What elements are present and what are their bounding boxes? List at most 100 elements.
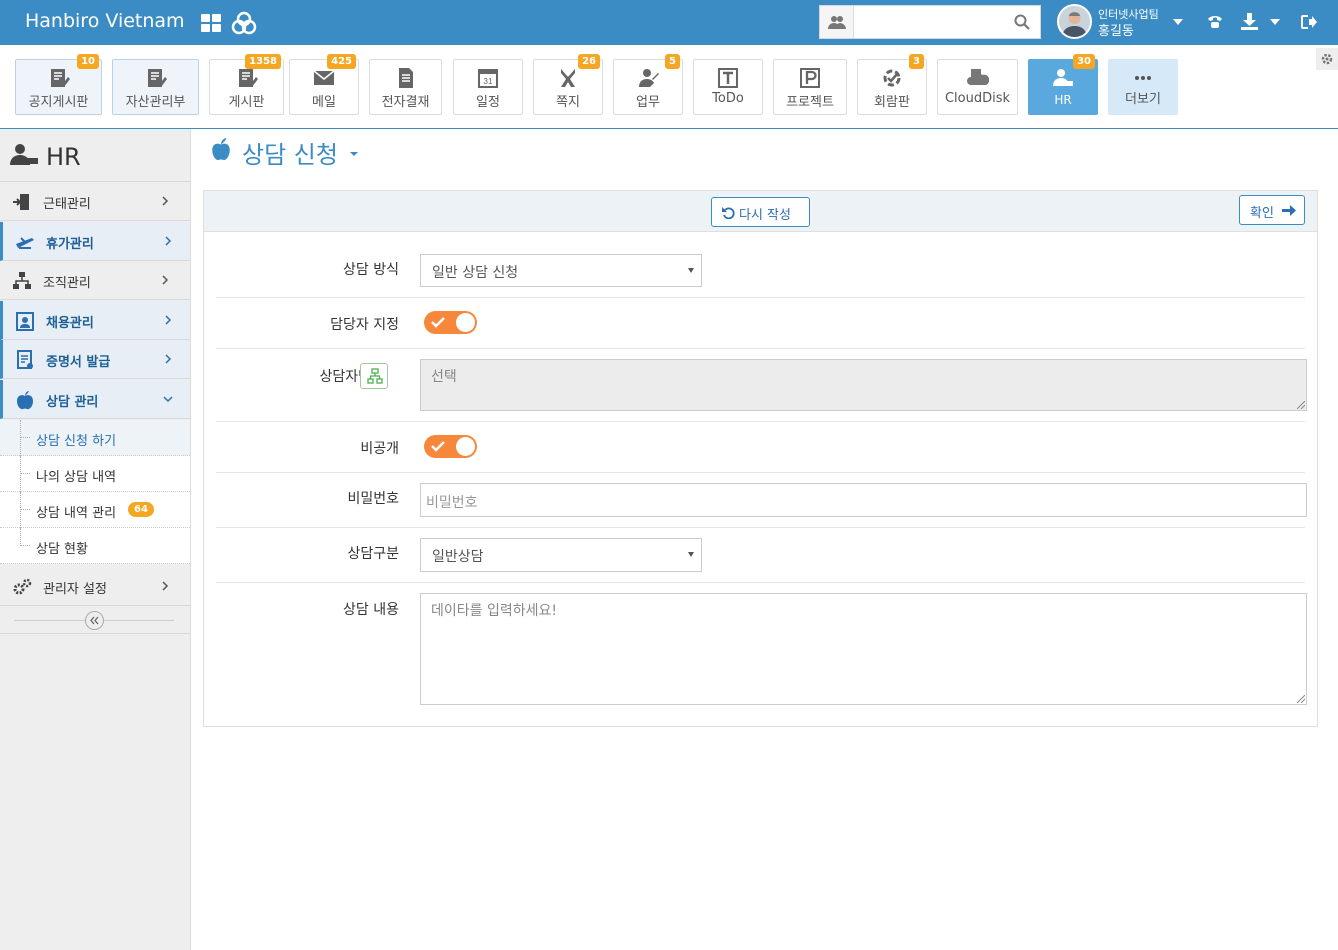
- collapse-sidebar-icon[interactable]: [85, 611, 104, 630]
- confirm-button[interactable]: 확인: [1239, 195, 1305, 225]
- chevron-right-icon: [162, 275, 169, 285]
- password-input[interactable]: 비밀번호: [420, 483, 1307, 517]
- subnav-my-history[interactable]: 나의 상담 내역: [0, 456, 190, 492]
- org-chart-button[interactable]: [360, 363, 388, 389]
- sidebar-item-label: 관리자 설정: [43, 582, 107, 597]
- sidebar-item-label: 채용관리: [46, 316, 94, 331]
- approval-icon: [398, 68, 413, 88]
- form-row-password: 비밀번호 비밀번호: [216, 473, 1307, 528]
- form-row-category: 상담구분 일반상담: [216, 528, 1305, 583]
- category-select[interactable]: 일반상담: [420, 538, 702, 572]
- check-icon: [431, 441, 445, 452]
- app-badge: 30: [1073, 54, 1095, 69]
- counselor-field[interactable]: 선택: [420, 359, 1307, 411]
- app-task[interactable]: 업무 5: [613, 54, 683, 115]
- resize-handle-icon[interactable]: [1297, 401, 1305, 409]
- sidebar-item-attendance[interactable]: 근태관리: [0, 182, 190, 221]
- field-label: 상담 내용: [343, 602, 399, 618]
- content-textarea[interactable]: 데이타를 입력하세요!: [420, 593, 1307, 705]
- app-label: 게시판: [228, 95, 265, 110]
- chevron-right-icon: [165, 236, 172, 246]
- chevron-down-icon[interactable]: [349, 151, 359, 157]
- sidebar-item-recruit[interactable]: 채용관리: [0, 301, 190, 340]
- search-icon[interactable]: [1006, 6, 1038, 38]
- sidebar-item-label: 증명서 발급: [46, 355, 111, 370]
- app-calendar[interactable]: 31 일정: [453, 59, 523, 115]
- app-bar: 공지게시판 10 자산관리부 게시판 1358 메일 425 전자결재 31 일…: [0, 45, 1338, 129]
- attendance-icon: [13, 194, 29, 210]
- select-value: 일반상담: [432, 549, 484, 565]
- notice-icon: [50, 69, 70, 87]
- dropdown-arrow-icon: [688, 268, 694, 273]
- org-chart-icon: [367, 368, 383, 384]
- group-search-icon[interactable]: [820, 6, 854, 38]
- sidebar-item-admin-settings[interactable]: 관리자 설정: [0, 567, 190, 606]
- download-chevron-icon[interactable]: [1270, 19, 1280, 25]
- app-board[interactable]: 게시판 1358: [209, 54, 284, 115]
- app-clouddisk[interactable]: CloudDisk: [937, 59, 1018, 115]
- password-placeholder: 비밀번호: [426, 495, 478, 511]
- app-project[interactable]: 프로젝트: [773, 59, 847, 115]
- method-select[interactable]: 일반 상담 신청: [420, 254, 702, 287]
- chevron-right-icon: [162, 581, 169, 591]
- app-notice[interactable]: 공지게시판 10: [15, 54, 102, 115]
- sidebar-title: HR: [46, 143, 81, 171]
- dropdown-arrow-icon: [688, 552, 694, 557]
- sidebar-item-label: 상담 관리: [46, 395, 99, 410]
- form-row-private: 비공개: [216, 422, 1305, 473]
- brand-title[interactable]: Hanbiro Vietnam: [25, 10, 185, 32]
- count-badge: 64: [128, 502, 154, 517]
- form-row-counselor: 상담자명 선택: [216, 349, 1307, 422]
- apps-grid-icon[interactable]: [201, 14, 221, 32]
- app-asset[interactable]: 자산관리부: [112, 59, 199, 115]
- subnav-label: 상담 내역 관리: [36, 506, 117, 521]
- resize-handle-icon[interactable]: [1297, 695, 1305, 703]
- app-label: 더보기: [1125, 92, 1161, 107]
- board-icon: [238, 69, 258, 87]
- app-memo[interactable]: 쪽지 26: [533, 54, 603, 115]
- form-row-content: 상담 내용 데이타를 입력하세요!: [216, 583, 1307, 713]
- subnav-status[interactable]: 상담 현황: [0, 528, 190, 564]
- arrow-right-icon: [1282, 205, 1296, 216]
- user-avatar[interactable]: [1057, 4, 1092, 39]
- app-hr[interactable]: HR 30: [1028, 54, 1098, 115]
- search-box: [819, 5, 1041, 39]
- reset-button[interactable]: 다시 작성: [711, 197, 810, 227]
- search-input[interactable]: [856, 10, 1006, 34]
- user-menu-chevron-icon[interactable]: [1173, 19, 1183, 25]
- circular-icon: [883, 69, 901, 87]
- settings-gear-icon[interactable]: [1316, 48, 1338, 70]
- hanbiro-logo-icon[interactable]: [231, 10, 257, 36]
- subnav-label: 상담 신청 하기: [36, 434, 117, 449]
- sidebar-item-label: 조직관리: [43, 276, 91, 291]
- private-toggle[interactable]: [424, 435, 477, 458]
- app-more[interactable]: 더보기: [1108, 59, 1178, 115]
- sidebar-item-counseling[interactable]: 상담 관리: [0, 380, 190, 419]
- sidebar-item-certificate[interactable]: 증명서 발급: [0, 340, 190, 379]
- app-mail[interactable]: 메일 425: [289, 54, 359, 115]
- app-circular[interactable]: 회람판 3: [857, 54, 927, 115]
- sidebar-item-vacation[interactable]: 휴가관리: [0, 222, 190, 261]
- user-name[interactable]: 홍길동: [1098, 20, 1134, 39]
- subnav-history-manage[interactable]: 상담 내역 관리 64: [0, 492, 190, 528]
- task-icon: [639, 69, 659, 87]
- logout-icon[interactable]: [1301, 15, 1317, 29]
- reset-label: 다시 작성: [739, 208, 791, 223]
- app-label: 회람판: [874, 95, 910, 110]
- form-toolbar: 다시 작성 확인: [204, 191, 1317, 232]
- assign-toggle[interactable]: [424, 311, 477, 334]
- app-approval[interactable]: 전자결재: [369, 59, 442, 115]
- phone-icon[interactable]: [1206, 13, 1224, 31]
- svg-text:31: 31: [484, 77, 493, 86]
- hr-icon: [10, 144, 38, 165]
- app-label: 일정: [476, 95, 500, 110]
- confirm-label: 확인: [1250, 206, 1274, 221]
- sidebar-item-organization[interactable]: 조직관리: [0, 261, 190, 300]
- organization-icon: [13, 272, 31, 289]
- app-todo[interactable]: ToDo: [693, 59, 763, 115]
- subnav-apply[interactable]: 상담 신청 하기: [0, 420, 190, 456]
- sidebar-collapse-row: [0, 607, 190, 634]
- undo-icon: [722, 207, 735, 219]
- download-icon[interactable]: [1241, 13, 1258, 30]
- app-badge: 425: [327, 54, 356, 69]
